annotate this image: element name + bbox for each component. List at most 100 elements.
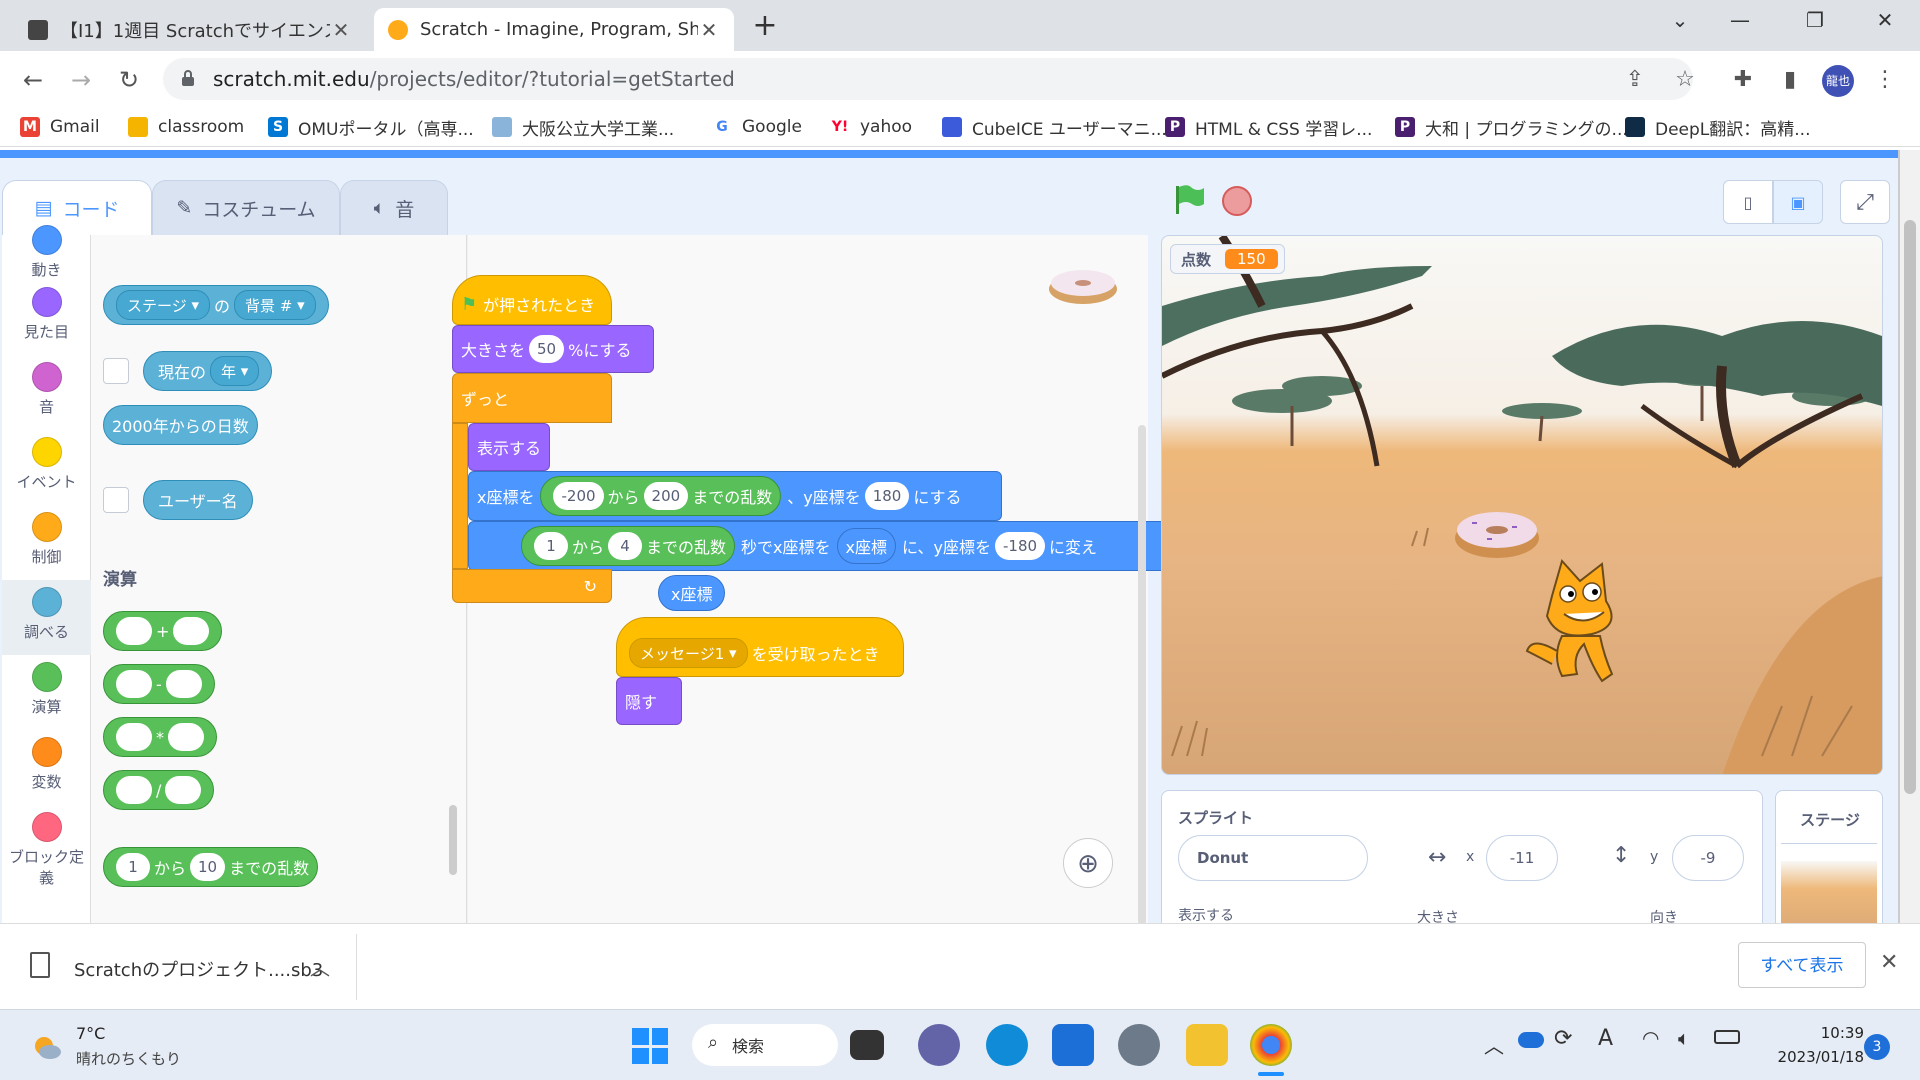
bookmark-classroom[interactable]: classroom bbox=[128, 115, 244, 139]
bookmark-star-icon[interactable]: ☆ bbox=[1670, 65, 1700, 95]
hide-block[interactable]: 隠す bbox=[616, 677, 682, 725]
chrome-icon[interactable] bbox=[1250, 1024, 1292, 1066]
year-dropdown[interactable]: 年 ▾ bbox=[210, 356, 260, 386]
file-explorer-icon[interactable] bbox=[1186, 1024, 1228, 1066]
minimize-icon[interactable]: — bbox=[1710, 8, 1770, 38]
page-scrollbar-thumb[interactable] bbox=[1904, 220, 1916, 794]
input-slot[interactable] bbox=[116, 723, 152, 751]
input-slot[interactable]: 1 bbox=[534, 532, 568, 560]
category-control[interactable]: 制御 bbox=[2, 512, 91, 567]
tab-costumes[interactable]: ✎ コスチューム bbox=[152, 180, 340, 235]
forward-icon[interactable]: → bbox=[64, 63, 98, 97]
bookmark-omu[interactable]: S OMUポータル（高専... bbox=[268, 115, 474, 140]
multiply-block[interactable]: * bbox=[103, 717, 217, 757]
back-icon[interactable]: ← bbox=[16, 63, 50, 97]
address-bar[interactable]: scratch.mit.edu/projects/editor/?tutoria… bbox=[163, 58, 1693, 100]
bookmark-cubeice[interactable]: CubeICE ユーザーマニ... bbox=[942, 115, 1167, 140]
large-stage-button[interactable]: ▣ bbox=[1773, 180, 1823, 224]
category-sound[interactable]: 音 bbox=[2, 362, 91, 417]
input-slot[interactable]: -200 bbox=[553, 482, 604, 510]
stage-canvas[interactable]: 点数 150 bbox=[1161, 235, 1883, 775]
sync-icon[interactable]: ⟳ bbox=[1554, 1026, 1572, 1051]
category-events[interactable]: イベント bbox=[2, 437, 91, 492]
donut-sprite[interactable] bbox=[1452, 504, 1542, 560]
battery-icon[interactable] bbox=[1714, 1030, 1740, 1044]
script-workspace[interactable]: ⚑ が押されたとき 大きさを 50 %にする ずっと 表示する x座標を -20… bbox=[452, 235, 1168, 923]
page-scrollbar[interactable] bbox=[1900, 150, 1920, 923]
when-i-receive-block[interactable]: メッセージ1 ▾ を受け取ったとき bbox=[616, 617, 904, 677]
sprite-name-field[interactable]: Donut bbox=[1178, 835, 1368, 881]
browser-tab-1[interactable]: 【I1】1週目 Scratchでサイエンスアート ✕ bbox=[14, 8, 366, 51]
side-panel-icon[interactable]: ▮ bbox=[1775, 65, 1805, 95]
fullscreen-button[interactable]: ⤢ bbox=[1840, 180, 1890, 224]
input-slot[interactable] bbox=[116, 617, 152, 645]
close-tab-icon[interactable]: ✕ bbox=[330, 18, 352, 42]
current-year-block[interactable]: 現在の 年 ▾ bbox=[143, 351, 273, 391]
category-variables[interactable]: 変数 bbox=[2, 737, 91, 792]
category-looks[interactable]: 見た目 bbox=[2, 287, 91, 342]
when-flag-clicked-block[interactable]: ⚑ が押されたとき bbox=[452, 275, 612, 325]
reload-icon[interactable]: ↻ bbox=[112, 63, 146, 97]
category-sensing[interactable]: 調べる bbox=[2, 580, 91, 655]
username-block[interactable]: ユーザー名 bbox=[143, 480, 253, 520]
stage-thumbnail[interactable] bbox=[1781, 861, 1877, 923]
task-view-icon[interactable] bbox=[850, 1030, 884, 1060]
bookmark-google[interactable]: G Google bbox=[712, 115, 802, 139]
tab-search-icon[interactable]: ⌄ bbox=[1650, 8, 1710, 38]
restore-icon[interactable]: ❐ bbox=[1785, 8, 1845, 38]
zoom-in-icon[interactable]: ⊕ bbox=[1063, 838, 1113, 888]
input-slot[interactable] bbox=[165, 776, 202, 804]
onedrive-icon[interactable] bbox=[1518, 1032, 1544, 1048]
close-window-icon[interactable]: ✕ bbox=[1855, 8, 1915, 38]
volume-icon[interactable]: 🔈︎ bbox=[1678, 1026, 1690, 1050]
palette-scrollbar[interactable] bbox=[449, 805, 457, 875]
glide-to-xy-block[interactable]: 1 から 4 までの乱数 秒でx座標を x座標 に、y座標を -180 に変え bbox=[468, 521, 1168, 571]
bookmark-gmail[interactable]: M Gmail bbox=[20, 115, 100, 139]
clock-date[interactable]: 2023/01/18 bbox=[1744, 1048, 1864, 1066]
stage-selector[interactable]: ステージ bbox=[1775, 790, 1883, 923]
share-icon[interactable]: ⇪ bbox=[1620, 65, 1650, 95]
teams-chat-icon[interactable] bbox=[918, 1024, 960, 1066]
menu-kebab-icon[interactable]: ⋮ bbox=[1870, 65, 1900, 95]
extensions-icon[interactable]: ✚ bbox=[1728, 65, 1758, 95]
wifi-icon[interactable]: ◠ bbox=[1642, 1026, 1659, 1050]
show-block[interactable]: 表示する bbox=[468, 423, 550, 471]
add-block[interactable]: + bbox=[103, 611, 223, 651]
category-operators[interactable]: 演算 bbox=[2, 662, 91, 717]
workspace-scrollbar[interactable] bbox=[1138, 425, 1146, 923]
notification-badge[interactable]: 3 bbox=[1864, 1034, 1890, 1060]
score-monitor[interactable]: 点数 150 bbox=[1170, 244, 1285, 274]
random-reporter[interactable]: 1 から 4 までの乱数 bbox=[521, 526, 736, 566]
store-icon[interactable] bbox=[1052, 1024, 1094, 1066]
new-tab-button[interactable]: + bbox=[748, 10, 782, 44]
random-block[interactable]: 1 から 10 までの乱数 bbox=[103, 847, 319, 887]
username-checkbox[interactable] bbox=[103, 487, 129, 513]
x-position-field[interactable]: -11 bbox=[1486, 835, 1558, 881]
backdrop-of-stage-block[interactable]: ステージ ▾ の 背景 # ▾ bbox=[103, 285, 329, 325]
bookmark-deepl[interactable]: DeepL翻訳：高精... bbox=[1625, 115, 1810, 140]
subtract-block[interactable]: - bbox=[103, 664, 215, 704]
go-to-xy-block[interactable]: x座標を -200 から 200 までの乱数 、y座標を 180 にする bbox=[468, 471, 1002, 521]
bookmark-html-css[interactable]: P HTML & CSS 学習レ... bbox=[1165, 115, 1372, 140]
input-slot[interactable]: -180 bbox=[995, 532, 1046, 560]
stop-button[interactable] bbox=[1222, 186, 1252, 216]
show-all-button[interactable]: すべて表示 bbox=[1738, 942, 1866, 988]
browser-tab-2[interactable]: Scratch - Imagine, Program, Shar ✕ bbox=[374, 8, 734, 51]
category-my-blocks[interactable]: ブロック定義 bbox=[2, 812, 91, 888]
input-slot[interactable] bbox=[116, 776, 152, 804]
settings-gear-icon[interactable] bbox=[1118, 1024, 1160, 1066]
chevron-up-icon[interactable]: ︿ bbox=[1484, 1030, 1504, 1059]
profile-avatar[interactable]: 龍也 bbox=[1822, 65, 1854, 97]
bookmark-yahoo[interactable]: Y! yahoo bbox=[830, 115, 912, 139]
close-icon[interactable]: ✕ bbox=[1880, 950, 1898, 975]
input-slot[interactable]: 200 bbox=[643, 482, 689, 510]
search-box[interactable]: ⌕ 検索 bbox=[692, 1024, 838, 1066]
y-position-field[interactable]: -9 bbox=[1672, 835, 1744, 881]
category-motion[interactable]: 動き bbox=[2, 225, 91, 280]
input-slot[interactable] bbox=[116, 670, 152, 698]
current-year-checkbox[interactable] bbox=[103, 358, 129, 384]
small-stage-button[interactable]: ▯ bbox=[1723, 180, 1773, 224]
input-slot[interactable]: 50 bbox=[529, 335, 565, 363]
set-size-block[interactable]: 大きさを 50 %にする bbox=[452, 325, 654, 373]
edge-icon[interactable] bbox=[986, 1024, 1028, 1066]
